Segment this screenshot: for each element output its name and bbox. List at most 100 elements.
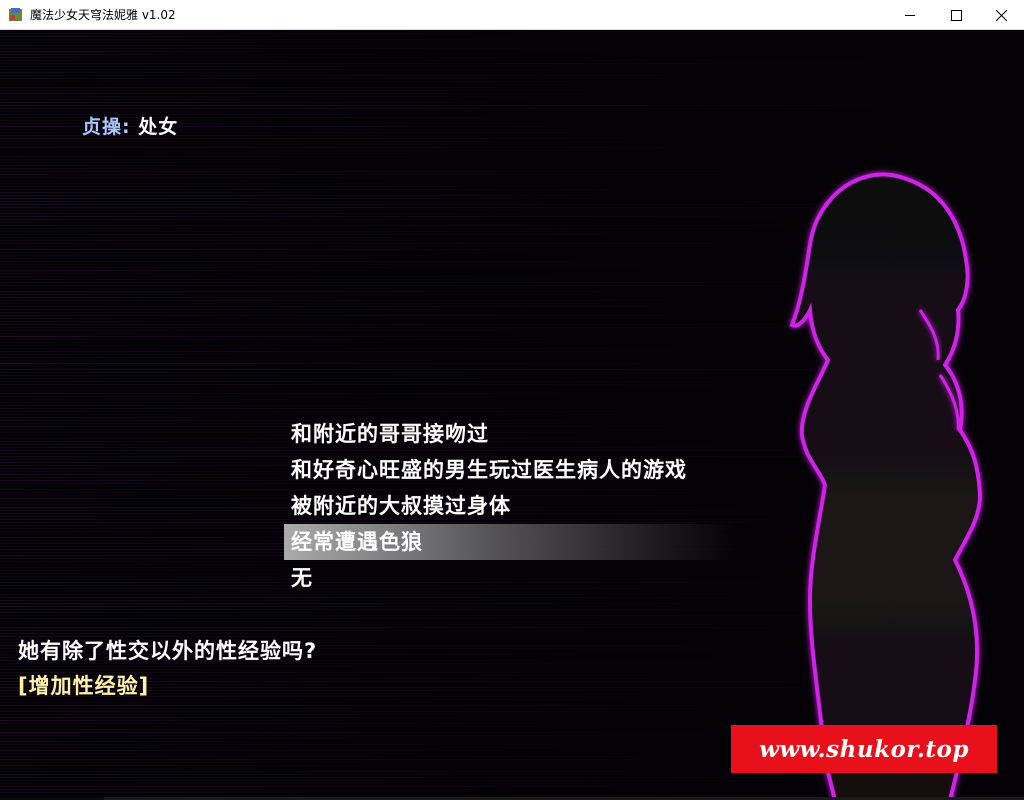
scanline [0,96,626,97]
scanline [0,273,321,274]
scanline [0,87,598,88]
scanline [0,732,640,733]
scanline [0,624,879,625]
scanline [0,78,737,79]
scanline [0,102,496,103]
scanline [0,324,846,325]
scanline [0,108,841,109]
maximize-icon [950,9,962,21]
scanline [0,354,300,355]
scanline [0,363,785,364]
choice-touched-by-uncle[interactable]: 被附近的大叔摸过身体 [284,488,736,524]
scanline [0,99,471,100]
scanline [0,30,655,31]
scanline [0,252,362,253]
scanline [0,75,940,76]
scanline [0,294,500,295]
scanline [0,231,682,232]
chastity-status: 贞操: 处女 [82,112,178,139]
scanline [0,261,837,262]
scanline [0,408,633,409]
scanline [0,135,412,136]
scanline [0,147,901,148]
scanline [0,309,543,310]
scanline [0,258,539,259]
scanline [0,366,421,367]
scanline [0,72,358,73]
scanline [0,270,392,271]
close-button[interactable] [978,0,1024,30]
scanline [0,315,838,316]
choice-molester[interactable]: 经常遭遇色狼 [284,524,736,560]
scanline [0,81,773,82]
scanline [0,789,553,790]
scanline [0,378,756,379]
scanline [0,63,1014,64]
scanline [0,267,462,268]
choice-menu: 和附近的哥哥接吻过 和好奇心旺盛的男生玩过医生病人的游戏 被附近的大叔摸过身体 … [284,416,736,596]
app-game-icon [9,8,22,21]
game-screen[interactable]: 贞操: 处女 和附近的哥哥接吻过 和好奇心旺盛的男生玩过医生病人的游戏 被附近的… [0,30,1024,800]
scanline [0,57,437,58]
scanline [0,744,640,745]
scanline [0,342,635,343]
scanline [0,597,871,598]
scanline [0,618,869,619]
choice-kissed-brother[interactable]: 和附近的哥哥接吻过 [284,416,736,452]
scanline [0,219,621,220]
scanline [0,141,901,142]
choice-doctor-game[interactable]: 和好奇心旺盛的男生玩过医生病人的游戏 [284,452,736,488]
scanline [0,411,787,412]
scanline [0,360,364,361]
scanline [0,753,653,754]
scanline [0,279,656,280]
scanline [0,276,550,277]
maximize-button[interactable] [933,0,979,30]
scanline [0,84,626,85]
scanline [0,300,872,301]
scanline [0,393,686,394]
scanline [0,750,510,751]
minimize-icon [904,14,915,16]
scanline [0,201,601,202]
scanline [0,762,470,763]
scanline [0,612,369,613]
scanline [0,345,524,346]
scanline [0,51,336,52]
scanline [0,795,554,796]
effect-text: [增加性经验] [18,674,150,698]
scanline [0,237,582,238]
scanline [0,180,360,181]
scanline [0,45,470,46]
scanline [0,357,303,358]
scanline [0,105,1001,106]
scanline [0,48,706,49]
scanline [0,90,992,91]
minimize-button[interactable] [887,0,933,30]
scanline [0,600,557,601]
scanline [0,156,467,157]
window-titlebar: 魔法少女天穹法妮雅 v1.02 [0,0,1024,30]
scanline [0,177,560,178]
scanline [0,351,779,352]
scanline [0,198,632,199]
choice-none[interactable]: 无 [284,560,736,596]
scanline [0,183,520,184]
scanline [0,705,813,706]
question-text: 她有除了性交以外的性经验吗? [18,639,318,663]
scanline [0,114,456,115]
scanline [0,708,801,709]
scanline [0,783,788,784]
scanline [0,786,792,787]
scanline [0,33,477,34]
scanline [0,144,359,145]
scanline [0,291,824,292]
scanline [0,747,847,748]
character-silhouette [789,172,983,800]
scanline [0,39,597,40]
scanline [0,702,402,703]
scanline [0,222,337,223]
scanline [0,792,373,793]
scanline [0,288,362,289]
scanline [0,186,618,187]
